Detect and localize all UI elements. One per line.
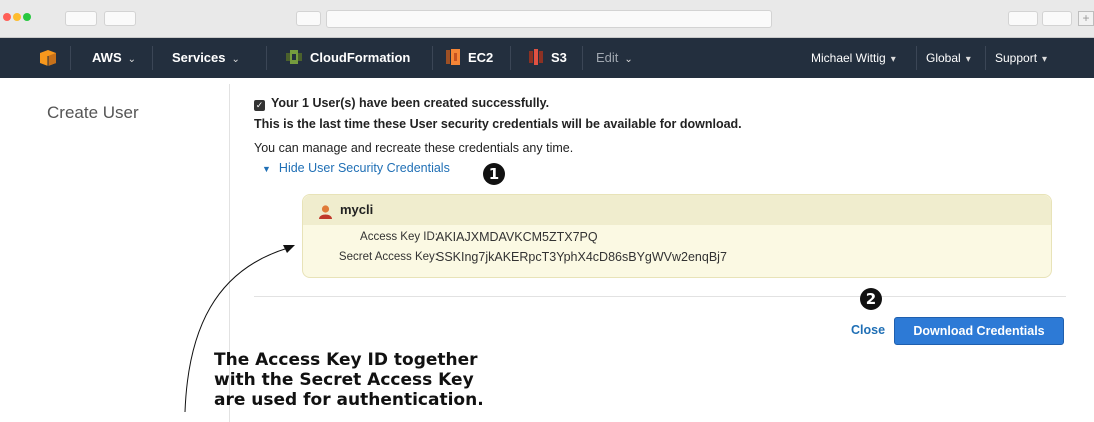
aws-menu-label: AWS [92,50,122,65]
nav-separator [510,46,511,70]
authentication-annotation: The Access Key ID together with the Secr… [214,350,514,410]
chevron-down-icon: ⌄ [127,54,137,65]
cloudformation-icon [286,50,302,64]
s3-icon [529,49,543,65]
user-icon [319,205,332,219]
aws-navbar: AWS ⌄ Services ⌄ CloudFormation EC2 S3 Edi… [0,38,1094,78]
s3-shortcut[interactable]: S3 [529,38,567,78]
region-menu[interactable]: Global ▾ [926,38,971,78]
checkbox-checked-icon: ✓ [254,100,265,111]
chevron-down-icon: ⌄ [231,54,240,65]
nav-separator [985,46,986,70]
credentials-user-name: mycli [340,202,374,217]
annotation-line-1: The Access Key ID together [214,350,478,370]
callout-marker-2: 2 [860,288,882,310]
secret-access-key-value[interactable]: SSKIng7jkAKERpcT3YphX4cD86sBYgWVw2enqBj7 [436,250,727,264]
annotation-line-3: are used for authentication. [214,390,484,410]
new-tab-button[interactable]: + [1078,11,1094,26]
nav-separator [432,46,433,70]
caret-down-icon: ▾ [890,54,896,65]
success-message-text: Your 1 User(s) have been created success… [271,96,550,110]
nav-separator [152,46,153,70]
annotation-line-2: with the Secret Access Key [214,370,474,390]
chevron-down-icon: ⌄ [624,54,633,65]
triangle-down-icon: ▼ [262,164,271,174]
cloudformation-shortcut[interactable]: CloudFormation [286,38,410,78]
access-key-id-value[interactable]: AKIAJXMDAVKCM5ZTX7PQ [436,230,598,244]
secret-access-key-label: Secret Access Key: [338,251,438,263]
ec2-label: EC2 [468,50,494,65]
window-zoom-button[interactable] [23,13,31,21]
manage-credentials-message: You can manage and recreate these creden… [254,141,574,155]
page-title: Create User [47,103,139,122]
success-message: ✓ Your 1 User(s) have been created succes… [254,96,549,111]
callout-marker-1: 1 [483,163,505,185]
aws-cube-icon[interactable] [40,50,56,66]
forward-button[interactable] [104,11,136,26]
last-time-warning-text: This is the last time these User securit… [254,117,742,131]
credentials-header: mycli [303,195,1051,225]
hide-credentials-label: Hide User Security Credentials [278,161,450,175]
caret-down-icon: ▾ [1042,54,1048,65]
nav-separator [266,46,267,70]
nav-separator [70,46,71,70]
nav-separator [582,46,583,70]
download-credentials-button[interactable]: Download Credentials [894,317,1064,345]
share-button[interactable] [1008,11,1038,26]
services-menu[interactable]: Services ⌄ [172,38,240,78]
services-menu-label: Services [172,50,226,65]
hide-credentials-link[interactable]: ▼ Hide User Security Credentials [262,161,450,175]
s3-label: S3 [551,50,567,65]
window-minimize-button[interactable] [13,13,21,21]
nav-separator [916,46,917,70]
section-divider [254,296,1066,297]
credentials-panel: mycli Access Key ID: AKIAJXMDAVKCM5ZTX7P… [302,194,1052,278]
caret-down-icon: ▾ [965,54,971,65]
ec2-icon [446,49,460,65]
access-key-id-label: Access Key ID: [360,231,438,243]
cloudformation-label: CloudFormation [310,50,411,65]
back-button[interactable] [65,11,97,26]
browser-toolbar: + [0,0,1094,38]
window-close-button[interactable] [3,13,11,21]
tabs-button[interactable] [1042,11,1072,26]
user-menu-label: Michael Wittig [811,51,886,65]
aws-menu[interactable]: AWS ⌄ [92,38,136,78]
support-menu-label: Support [995,51,1038,65]
edit-menu-label: Edit [596,50,619,65]
edit-menu[interactable]: Edit ⌄ [596,38,633,78]
close-link[interactable]: Close [851,323,885,337]
user-menu[interactable]: Michael Wittig ▾ [811,38,896,78]
region-menu-label: Global [926,51,961,65]
last-time-warning: This is the last time these User securit… [254,117,742,131]
sidebar-toggle-button[interactable] [296,11,321,26]
support-menu[interactable]: Support ▾ [995,38,1047,78]
ec2-shortcut[interactable]: EC2 [446,38,493,78]
address-bar[interactable] [326,10,772,28]
